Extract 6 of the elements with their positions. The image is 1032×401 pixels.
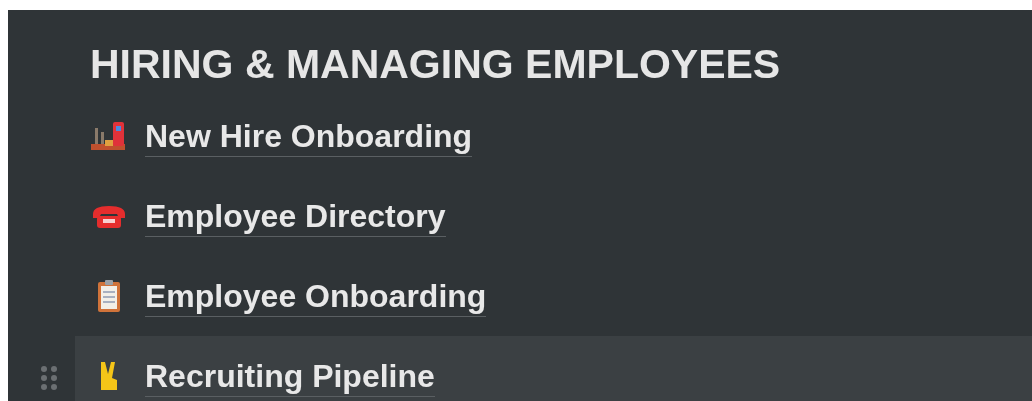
- drag-handle-icon[interactable]: [41, 366, 57, 390]
- page-link[interactable]: Employee Directory: [145, 195, 446, 237]
- page-link[interactable]: New Hire Onboarding: [145, 115, 473, 157]
- section-heading: HIRING & MANAGING EMPLOYEES: [89, 40, 781, 88]
- page-link[interactable]: Recruiting Pipeline: [145, 355, 435, 397]
- page-link[interactable]: Employee Onboarding: [145, 275, 487, 317]
